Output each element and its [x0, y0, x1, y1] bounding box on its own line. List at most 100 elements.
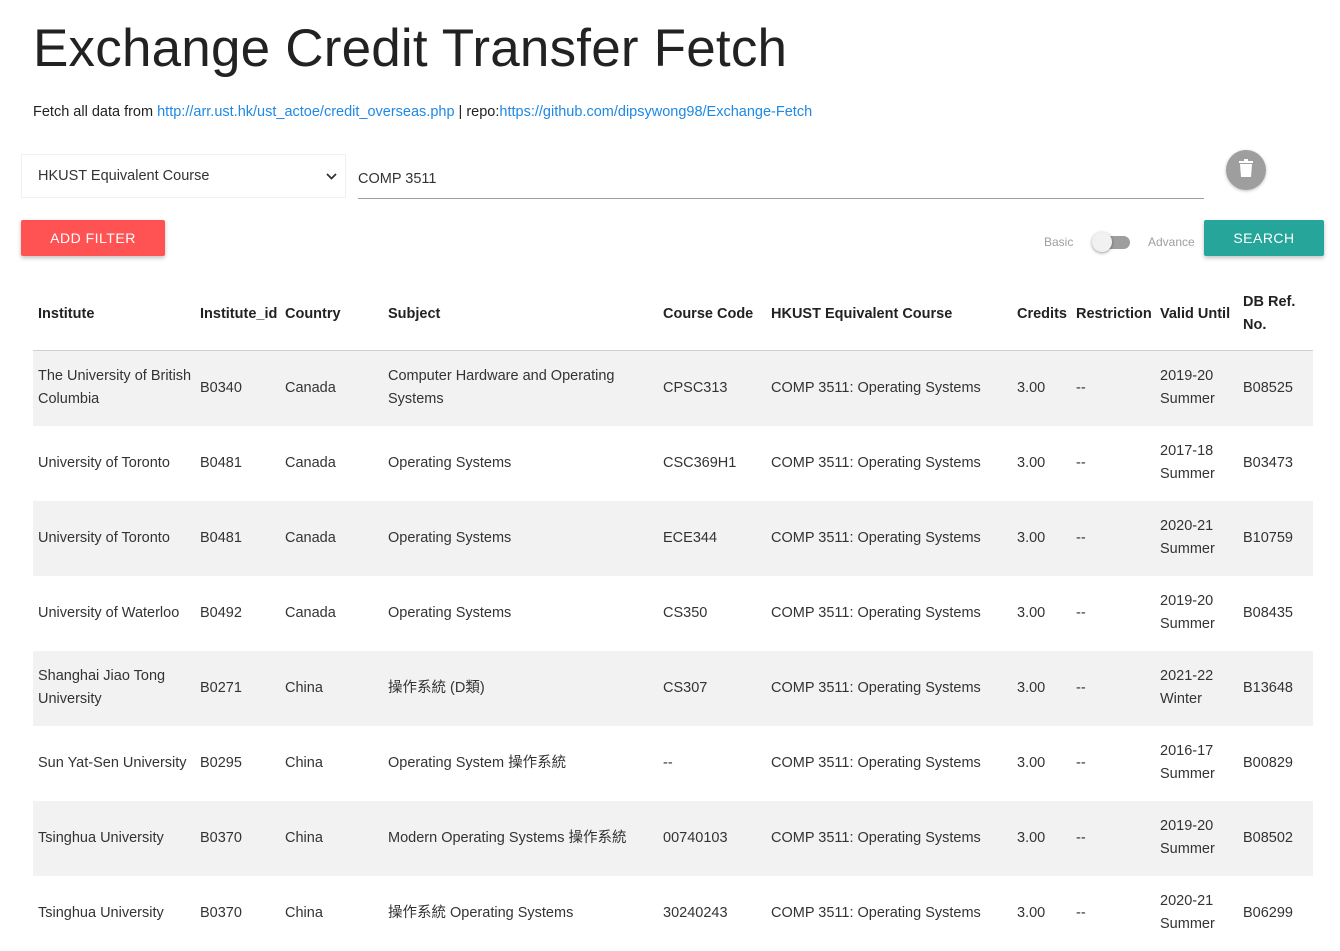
- cell-subject: Operating System 操作系統: [388, 754, 567, 771]
- cell-restriction: --: [1076, 829, 1086, 846]
- cell-credits: 3.00: [1017, 379, 1046, 396]
- col-header-hkust-equivalent: HKUST Equivalent Course: [766, 278, 1012, 351]
- cell-course-code: 00740103: [663, 829, 728, 846]
- cell-country: Canada: [285, 379, 336, 396]
- table-row: University of Toronto B0481 Canada Operatin…: [33, 500, 1313, 576]
- cell-course-code: --: [663, 754, 673, 771]
- cell-institute-id: B0481: [200, 454, 242, 471]
- cell-db-ref: B08435: [1243, 604, 1293, 621]
- col-header-restriction: Restriction: [1071, 278, 1155, 351]
- cell-country: Canada: [285, 529, 336, 546]
- cell-credits: 3.00: [1017, 829, 1046, 846]
- cell-valid-until: 2020-21 Summer: [1160, 893, 1215, 932]
- cell-credits: 3.00: [1017, 679, 1046, 696]
- cell-institute-id: B0295: [200, 754, 242, 771]
- table-row: Shanghai Jiao Tong University B0271 China 操…: [33, 650, 1313, 726]
- delete-filter-button[interactable]: [1226, 150, 1266, 190]
- cell-credits: 3.00: [1017, 454, 1046, 471]
- search-button[interactable]: SEARCH: [1204, 220, 1324, 256]
- filter-field-select[interactable]: HKUST Equivalent Course: [21, 154, 346, 198]
- table-row: Tsinghua University B0370 China Modern Oper…: [33, 800, 1313, 876]
- cell-hkust-equivalent: COMP 3511: Operating Systems: [771, 454, 981, 471]
- cell-institute-id: B0492: [200, 604, 242, 621]
- col-header-institute-id: Institute_id: [195, 278, 280, 351]
- cell-institute: University of Waterloo: [38, 604, 180, 621]
- mode-advance-label: Advance: [1148, 235, 1195, 249]
- repo-prefix: | repo:: [454, 104, 500, 120]
- chevron-down-icon: [326, 169, 337, 183]
- cell-country: China: [285, 754, 323, 771]
- results-table: Institute Institute_id Country Subject C…: [33, 278, 1313, 951]
- cell-country: Canada: [285, 604, 336, 621]
- cell-hkust-equivalent: COMP 3511: Operating Systems: [771, 904, 981, 921]
- cell-subject: Operating Systems: [388, 604, 512, 621]
- table-row: University of Toronto B0481 Canada Operatin…: [33, 426, 1313, 501]
- mode-basic-label: Basic: [1044, 235, 1074, 249]
- cell-subject: Modern Operating Systems 操作系統: [388, 829, 627, 846]
- cell-valid-until: 2016-17 Summer: [1160, 743, 1215, 782]
- cell-db-ref: B13648: [1243, 679, 1293, 696]
- table-row: Sun Yat-Sen University B0295 China Operatin…: [33, 726, 1313, 801]
- cell-institute-id: B0370: [200, 829, 242, 846]
- cell-valid-until: 2017-18 Summer: [1160, 443, 1215, 482]
- cell-subject: 操作系統 (D類): [388, 679, 485, 696]
- cell-credits: 3.00: [1017, 529, 1046, 546]
- col-header-credits: Credits: [1012, 278, 1071, 351]
- cell-country: China: [285, 829, 323, 846]
- cell-institute: Tsinghua University: [38, 904, 164, 921]
- cell-db-ref: B08502: [1243, 829, 1293, 846]
- cell-institute: Shanghai Jiao Tong University: [38, 668, 166, 707]
- cell-course-code: 30240243: [663, 904, 728, 921]
- cell-hkust-equivalent: COMP 3511: Operating Systems: [771, 604, 981, 621]
- cell-valid-until: 2021-22 Winter: [1160, 668, 1214, 707]
- cell-valid-until: 2019-20 Summer: [1160, 593, 1215, 632]
- col-header-country: Country: [280, 278, 383, 351]
- cell-hkust-equivalent: COMP 3511: Operating Systems: [771, 679, 981, 696]
- cell-credits: 3.00: [1017, 604, 1046, 621]
- cell-institute-id: B0370: [200, 904, 242, 921]
- cell-hkust-equivalent: COMP 3511: Operating Systems: [771, 829, 981, 846]
- mode-toggle-knob[interactable]: [1092, 232, 1112, 252]
- add-filter-button[interactable]: ADD FILTER: [21, 220, 165, 256]
- cell-course-code: CS307: [663, 679, 708, 696]
- cell-institute: Tsinghua University: [38, 829, 164, 846]
- cell-subject: 操作系統 Operating Systems: [388, 904, 574, 921]
- source-link[interactable]: http://arr.ust.hk/ust_actoe/credit_overs…: [157, 104, 454, 120]
- source-line: Fetch all data from http://arr.ust.hk/us…: [33, 104, 812, 120]
- cell-institute: University of Toronto: [38, 529, 170, 546]
- table-row: The University of British Columbia B0340 C…: [33, 350, 1313, 426]
- cell-country: China: [285, 679, 323, 696]
- cell-db-ref: B03473: [1243, 454, 1293, 471]
- cell-restriction: --: [1076, 379, 1086, 396]
- cell-country: Canada: [285, 454, 336, 471]
- cell-subject: Operating Systems: [388, 454, 512, 471]
- cell-institute-id: B0481: [200, 529, 242, 546]
- cell-restriction: --: [1076, 679, 1086, 696]
- cell-restriction: --: [1076, 529, 1086, 546]
- cell-db-ref: B06299: [1243, 904, 1293, 921]
- cell-subject: Operating Systems: [388, 529, 512, 546]
- cell-course-code: CSC369H1: [663, 454, 737, 471]
- cell-course-code: CS350: [663, 604, 708, 621]
- cell-restriction: --: [1076, 604, 1086, 621]
- page-title: Exchange Credit Transfer Fetch: [33, 19, 788, 78]
- filter-query-input[interactable]: [358, 157, 1204, 199]
- cell-credits: 3.00: [1017, 754, 1046, 771]
- repo-link[interactable]: https://github.com/dipsywong98/Exchange-…: [499, 104, 812, 120]
- col-header-db-ref: DB Ref. No.: [1238, 278, 1313, 351]
- fetch-prefix: Fetch all data from: [33, 104, 158, 120]
- cell-subject: Computer Hardware and Operating Systems: [388, 368, 615, 408]
- cell-institute-id: B0271: [200, 679, 242, 696]
- cell-hkust-equivalent: COMP 3511: Operating Systems: [771, 379, 981, 396]
- cell-db-ref: B08525: [1243, 379, 1293, 396]
- cell-credits: 3.00: [1017, 904, 1046, 921]
- col-header-course-code: Course Code: [658, 278, 766, 351]
- filter-field-value: HKUST Equivalent Course: [38, 168, 210, 184]
- col-header-institute: Institute: [33, 278, 195, 351]
- table-header-row: Institute Institute_id Country Subject C…: [33, 278, 1313, 351]
- cell-course-code: ECE344: [663, 529, 718, 546]
- col-header-subject: Subject: [383, 278, 658, 351]
- cell-restriction: --: [1076, 904, 1086, 921]
- cell-course-code: CPSC313: [663, 379, 728, 396]
- cell-db-ref: B00829: [1243, 754, 1293, 771]
